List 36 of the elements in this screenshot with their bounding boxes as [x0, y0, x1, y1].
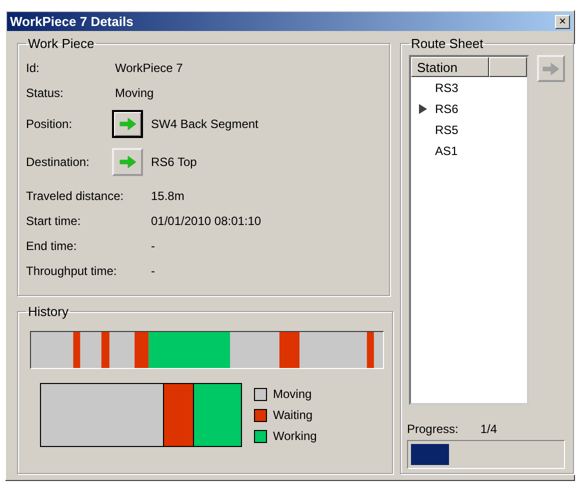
- field-value: 15.8m: [151, 188, 186, 202]
- current-marker-icon: [419, 104, 427, 114]
- station-item[interactable]: AS1: [435, 144, 458, 158]
- field-label: Destination:: [26, 155, 90, 169]
- go-to-button[interactable]: [112, 110, 143, 138]
- field-label: Traveled distance:: [26, 188, 125, 202]
- field-value: -: [151, 238, 156, 252]
- arrow-icon: [542, 62, 560, 76]
- legend-label: Waiting: [273, 408, 313, 422]
- group-title: Work Piece: [27, 36, 96, 51]
- column-header[interactable]: Station: [411, 57, 489, 77]
- legend-label: Working: [273, 429, 317, 443]
- progress-value: 1/4: [480, 422, 498, 436]
- arrow-icon: [118, 155, 136, 169]
- station-item[interactable]: RS3: [435, 80, 458, 94]
- group-title: Route Sheet: [410, 36, 484, 51]
- field-label: End time:: [26, 238, 78, 252]
- station-item[interactable]: RS6: [435, 102, 458, 116]
- field-value: 01/01/2010 08:01:10: [151, 214, 262, 228]
- field-value: WorkPiece 7: [115, 60, 184, 74]
- station-item[interactable]: RS5: [435, 122, 458, 136]
- legend-label: Moving: [273, 387, 312, 401]
- field-label: Start time:: [26, 214, 82, 228]
- arrow-icon: [118, 117, 136, 131]
- field-value: RS6 Top: [151, 155, 197, 169]
- field-label: Throughput time:: [26, 264, 118, 278]
- close-button[interactable]: ×: [555, 14, 570, 28]
- field-value: -: [151, 264, 156, 278]
- field-label: Id:: [26, 60, 40, 74]
- field-value: Moving: [115, 86, 155, 100]
- window-title: WorkPiece 7 Details: [10, 14, 134, 29]
- field-label: Position:: [26, 117, 74, 131]
- group-title: History: [27, 304, 70, 319]
- field-value: SW4 Back Segment: [151, 117, 258, 131]
- progress-label: Progress:: [407, 422, 458, 436]
- field-label: Status:: [26, 86, 64, 100]
